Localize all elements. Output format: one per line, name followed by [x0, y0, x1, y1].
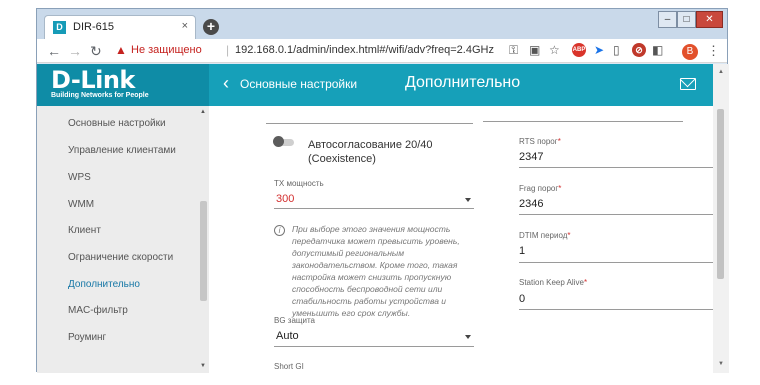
info-icon: i: [274, 225, 285, 236]
browser-tab[interactable]: D DIR-615 ×: [44, 15, 196, 39]
short-gi-label: Short GI: [274, 362, 304, 371]
logo-tagline: Building Networks for People: [51, 92, 149, 99]
sidebar-item-client[interactable]: Клиент: [68, 225, 101, 236]
app-header: D-Link Building Networks for People ‹ Ос…: [37, 64, 713, 106]
browser-window: D DIR-615 × + – □ ✕ ← → ↻ ▲ Не защищено …: [36, 8, 729, 373]
reload-icon[interactable]: ↻: [90, 43, 102, 59]
sidebar-item-client-management[interactable]: Управление клиентами: [68, 145, 176, 156]
window-maximize-button[interactable]: □: [677, 11, 696, 28]
page-title: Дополнительно: [405, 74, 521, 91]
sidebar-scroll-down-icon[interactable]: ▼: [200, 363, 206, 369]
tx-power-select[interactable]: 300: [276, 193, 294, 205]
page-scrollbar-thumb[interactable]: [717, 109, 724, 279]
puzzle-extension-icon[interactable]: ◧: [652, 43, 663, 57]
dtim-period-input[interactable]: 1: [519, 245, 525, 257]
sidebar-item-roaming[interactable]: Роуминг: [68, 332, 106, 343]
scroll-up-arrow-icon[interactable]: ▲: [718, 69, 724, 75]
bookmark-icon[interactable]: ▯: [613, 43, 620, 57]
bookmark-star-icon[interactable]: ☆: [549, 43, 560, 57]
tx-power-dropdown-icon[interactable]: [465, 198, 471, 202]
frag-threshold-label: Frag порог*: [519, 184, 562, 193]
field-underline: [519, 309, 713, 310]
window-close-button[interactable]: ✕: [696, 11, 723, 28]
field-underline: [519, 167, 713, 168]
browser-toolbar: ← → ↻ ▲ Не защищено | 192.168.0.1/admin/…: [37, 39, 727, 63]
window-minimize-button[interactable]: –: [658, 11, 677, 28]
tx-power-label: TX мощность: [274, 179, 324, 188]
field-underline: [519, 262, 713, 263]
station-keep-alive-input[interactable]: 0: [519, 293, 525, 305]
mail-icon[interactable]: [680, 78, 696, 90]
sidebar-item-advanced[interactable]: Дополнительно: [68, 279, 140, 290]
settings-form: Автосогласование 20/40 (Coexistence) TX …: [209, 106, 713, 373]
dtim-period-label: DTIM период*: [519, 231, 571, 240]
field-underline: [266, 123, 473, 124]
back-to-basic-settings-link[interactable]: Основные настройки: [240, 77, 357, 91]
coexistence-label: Автосогласование 20/40 (Coexistence): [308, 139, 433, 165]
send-extension-icon[interactable]: ➤: [594, 43, 604, 57]
tx-power-warning-text: При выборе этого значения мощность перед…: [292, 224, 460, 318]
tab-close-icon[interactable]: ×: [182, 20, 188, 32]
sidebar-scrollbar-thumb[interactable]: [200, 201, 207, 301]
field-underline: [274, 346, 474, 347]
sidebar-item-wps[interactable]: WPS: [68, 172, 91, 183]
bg-protection-label: BG защита: [274, 316, 315, 325]
scroll-down-arrow-icon[interactable]: ▼: [718, 361, 724, 367]
frag-threshold-input[interactable]: 2346: [519, 198, 543, 210]
url-separator: |: [226, 43, 230, 57]
url-text[interactable]: 192.168.0.1/admin/index.html#/wifi/adv?f…: [235, 44, 494, 56]
not-secure-label: Не защищено: [131, 44, 202, 56]
tab-title: DIR-615: [73, 21, 114, 33]
sidebar-item-mac-filter[interactable]: MAC-фильтр: [68, 305, 128, 316]
sidebar-item-wmm[interactable]: WMM: [68, 199, 94, 210]
profile-avatar[interactable]: B: [682, 44, 698, 60]
coexistence-toggle-knob[interactable]: [273, 136, 284, 147]
browser-menu-icon[interactable]: ⋮: [707, 43, 720, 59]
back-arrow-icon[interactable]: ←: [47, 43, 61, 59]
sidebar-item-speed-limit[interactable]: Ограничение скорости: [68, 252, 173, 263]
translate-icon[interactable]: ▣: [529, 43, 540, 57]
warning-triangle-icon: ▲: [115, 43, 127, 57]
sidebar: Основные настройки Управление клиентами …: [37, 106, 209, 373]
address-bar[interactable]: ▲ Не защищено | 192.168.0.1/admin/index.…: [113, 41, 573, 61]
field-underline: [483, 121, 683, 122]
dlink-favicon-icon: D: [53, 21, 66, 34]
rts-threshold-label: RTS порог*: [519, 137, 561, 146]
key-icon[interactable]: ⚿: [509, 43, 518, 57]
stop-extension-icon[interactable]: ⊘: [632, 43, 646, 57]
station-keep-alive-label: Station Keep Alive*: [519, 278, 588, 287]
bg-protection-select[interactable]: Auto: [276, 330, 299, 342]
dlink-logo[interactable]: D-Link Building Networks for People: [37, 64, 209, 106]
field-underline: [519, 214, 713, 215]
rts-threshold-input[interactable]: 2347: [519, 151, 543, 163]
new-tab-button[interactable]: +: [203, 19, 219, 35]
tab-strip: D DIR-615 × + – □ ✕: [37, 9, 727, 39]
field-underline: [274, 208, 474, 209]
sidebar-scroll-up-icon[interactable]: ▲: [200, 109, 206, 115]
adblock-plus-icon[interactable]: ABP: [572, 43, 586, 57]
chevron-left-icon[interactable]: ‹: [223, 74, 229, 92]
forward-arrow-icon[interactable]: →: [68, 43, 82, 59]
bg-protection-dropdown-icon[interactable]: [465, 335, 471, 339]
sidebar-item-basic-settings[interactable]: Основные настройки: [68, 118, 166, 129]
logo-wordmark: D-Link: [51, 66, 135, 94]
